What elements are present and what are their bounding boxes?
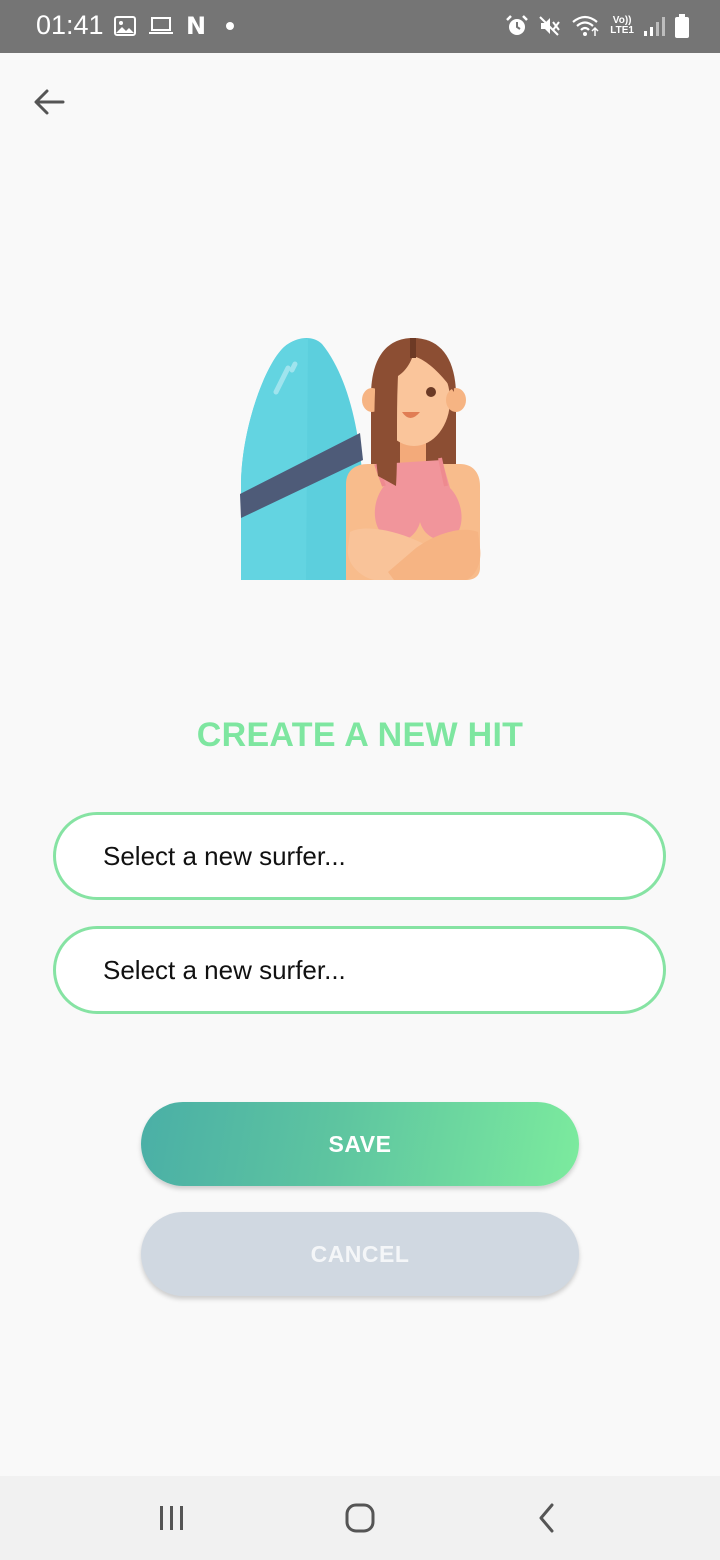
signal-icon [644, 17, 665, 36]
mute-icon [539, 16, 561, 36]
surfer-girl-with-surfboard-icon [240, 338, 481, 580]
home-button[interactable] [330, 1496, 390, 1540]
netflix-icon: N [186, 12, 207, 40]
wifi-icon [572, 15, 599, 36]
system-nav-bar [0, 1476, 720, 1560]
volte-icon: Vo)) LTE1 [610, 16, 634, 36]
recent-apps-button[interactable] [142, 1496, 202, 1540]
status-bar: 01:41 N Vo)) LTE1 [0, 0, 720, 53]
select-surfer-field-2[interactable]: Select a new surfer... [53, 926, 666, 1014]
select-surfer-field-1-text: Select a new surfer... [103, 840, 346, 871]
laptop-icon [149, 17, 173, 34]
page-title: CREATE A NEW HIT [196, 716, 524, 754]
select-surfer-field-2-text: Select a new surfer... [103, 954, 346, 985]
nav-back-button[interactable] [517, 1496, 577, 1540]
home-icon [345, 1503, 375, 1533]
back-button[interactable] [26, 82, 72, 122]
alarm-icon [506, 15, 529, 35]
select-surfer-field-1[interactable]: Select a new surfer... [53, 812, 666, 900]
back-icon [539, 1503, 554, 1533]
image-icon [114, 16, 136, 36]
status-time: 01:41 [36, 10, 104, 40]
arrow-left-icon [34, 89, 65, 115]
status-left-icons: N [114, 12, 235, 40]
status-right-icons: Vo)) LTE1 [505, 13, 690, 39]
cancel-button-label: CANCEL [310, 1240, 410, 1267]
cancel-button[interactable]: CANCEL [141, 1212, 579, 1296]
battery-icon [675, 14, 689, 38]
save-button[interactable]: SAVE [141, 1102, 579, 1186]
recent-apps-icon [160, 1506, 183, 1530]
lte-label: LTE1 [610, 25, 634, 36]
save-button-label: SAVE [328, 1130, 392, 1157]
dot-icon [226, 22, 235, 30]
